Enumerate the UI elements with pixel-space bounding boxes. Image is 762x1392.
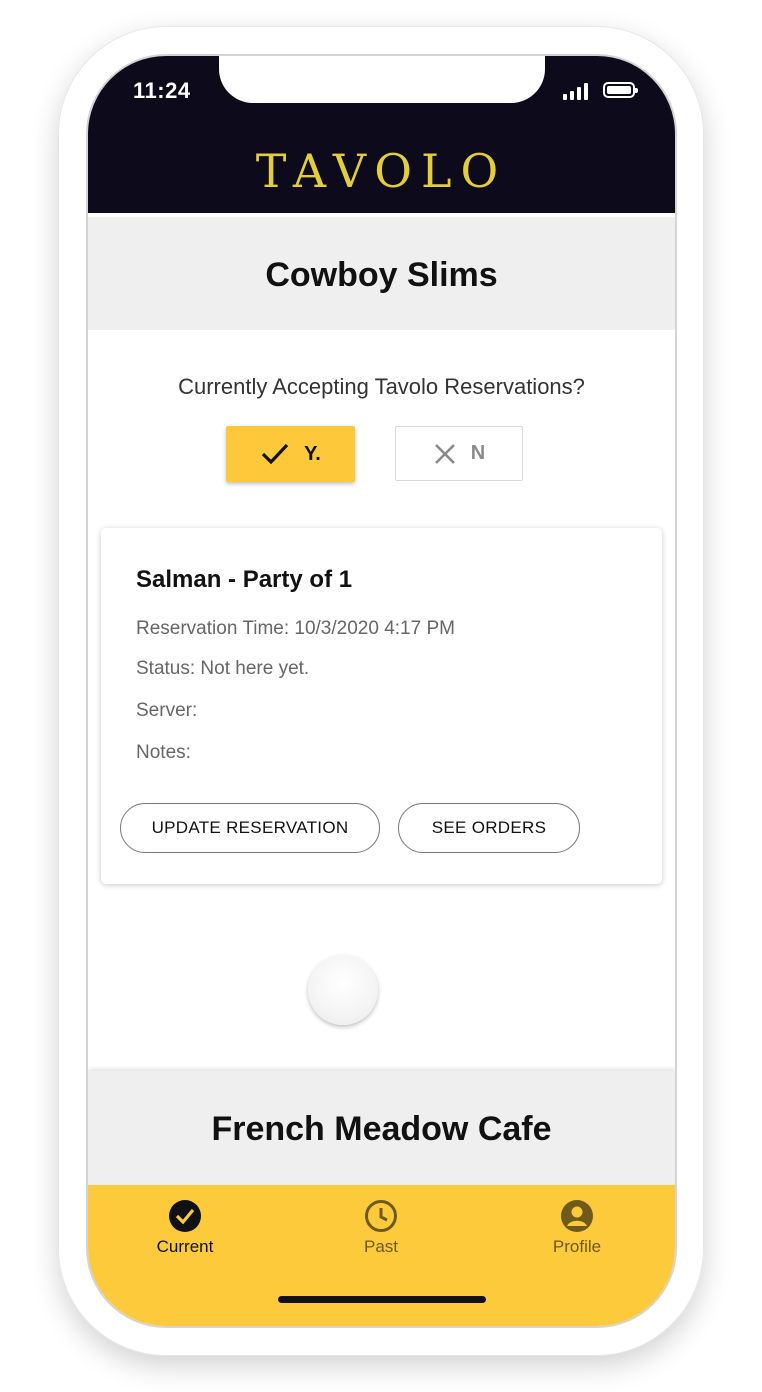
- reservation-time: Reservation Time: 10/3/2020 4:17 PM: [136, 618, 455, 639]
- update-reservation-button[interactable]: UPDATE RESERVATION: [120, 803, 380, 853]
- nav-current-label: Current: [156, 1237, 214, 1256]
- nav-past[interactable]: Past: [321, 1199, 441, 1257]
- reservation-server: Server:: [136, 700, 198, 721]
- close-icon: [434, 443, 455, 464]
- reservation-notes: Notes:: [136, 742, 191, 763]
- see-orders-button[interactable]: SEE ORDERS: [398, 803, 580, 853]
- reservation-title: Salman - Party of 1: [136, 566, 353, 593]
- signal-icon: [563, 82, 589, 100]
- bottom-nav: Current Past Profile: [88, 1185, 675, 1326]
- nav-past-label: Past: [363, 1237, 399, 1256]
- account-circle-icon: [561, 1200, 593, 1232]
- nav-current[interactable]: Current: [125, 1199, 245, 1257]
- clock-icon: [365, 1200, 397, 1232]
- accept-no-button[interactable]: N: [395, 426, 523, 481]
- status-time: 11:24: [133, 78, 191, 103]
- app-logo: TAVOLO: [255, 144, 508, 198]
- app-header: 11:24 TAVOLO: [88, 56, 675, 213]
- nav-profile[interactable]: Profile: [517, 1199, 637, 1257]
- reservation-card: Salman - Party of 1 Reservation Time: 10…: [101, 528, 662, 884]
- device-notch: [219, 56, 545, 103]
- check-circle-icon: [169, 1200, 201, 1232]
- loading-spinner: [308, 955, 378, 1025]
- check-icon: [262, 443, 289, 465]
- battery-icon: [603, 82, 638, 98]
- restaurant-header: Cowboy Slims: [88, 217, 675, 330]
- accept-yes-button[interactable]: Y.: [226, 426, 355, 482]
- reservation-status: Status: Not here yet.: [136, 658, 310, 679]
- accept-no-label: N: [470, 442, 486, 464]
- accept-yes-label: Y.: [304, 442, 321, 465]
- app-screen: 11:24 TAVOLO Cowboy Slims Currently Acce…: [88, 56, 675, 1326]
- home-indicator: [278, 1296, 486, 1303]
- accepting-question: Currently Accepting Tavolo Reservations?: [178, 374, 585, 399]
- restaurant-header: French Meadow Cafe: [88, 1071, 675, 1189]
- nav-profile-label: Profile: [552, 1237, 602, 1256]
